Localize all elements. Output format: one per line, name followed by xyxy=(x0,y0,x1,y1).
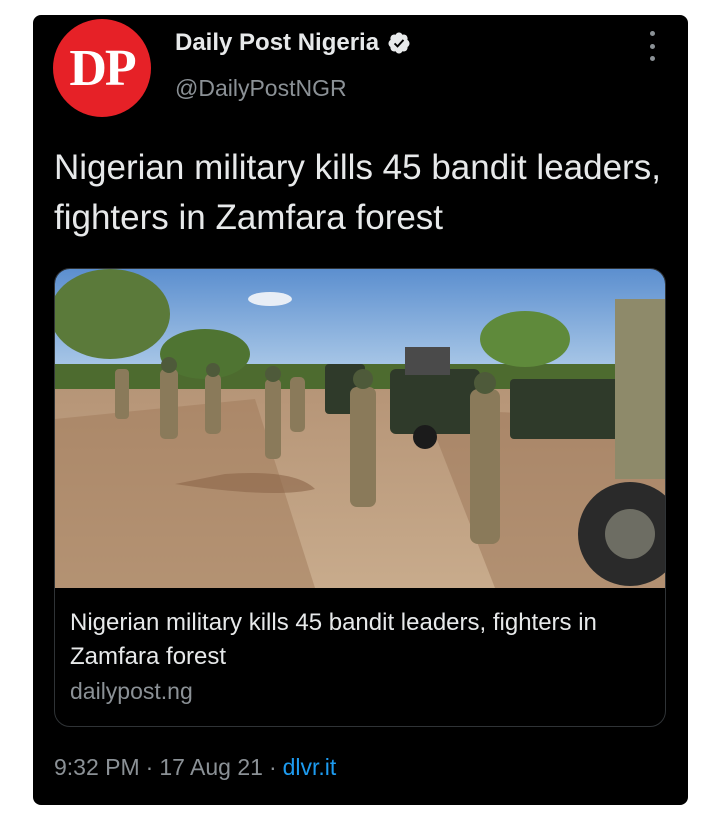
article-photo xyxy=(55,269,665,588)
author-handle[interactable]: @DailyPostNGR xyxy=(175,75,347,102)
tweet-text: Nigerian military kills 45 bandit leader… xyxy=(54,148,661,237)
more-options-icon[interactable] xyxy=(642,31,662,61)
author-name-row: Daily Post Nigeria xyxy=(175,29,411,57)
link-preview-card[interactable]: Nigerian military kills 45 bandit leader… xyxy=(54,268,666,727)
verified-badge-icon xyxy=(388,32,410,54)
tweet-meta: 9:32 PM · 17 Aug 21 · dlvr.it xyxy=(54,754,336,781)
meta-separator: · xyxy=(268,754,277,780)
card-domain: dailypost.ng xyxy=(70,678,193,704)
tweet-date[interactable]: 17 Aug 21 xyxy=(159,754,263,781)
avatar[interactable]: DP xyxy=(53,19,151,117)
meta-separator: · xyxy=(145,754,154,780)
tweet-time[interactable]: 9:32 PM xyxy=(54,754,140,781)
card-title: Nigerian military kills 45 bandit leader… xyxy=(70,609,597,670)
tweet-card[interactable]: DP Daily Post Nigeria @DailyPostNGR Nige… xyxy=(33,15,688,805)
tweet-source-link[interactable]: dlvr.it xyxy=(283,754,337,781)
author-name[interactable]: Daily Post Nigeria xyxy=(175,29,379,57)
